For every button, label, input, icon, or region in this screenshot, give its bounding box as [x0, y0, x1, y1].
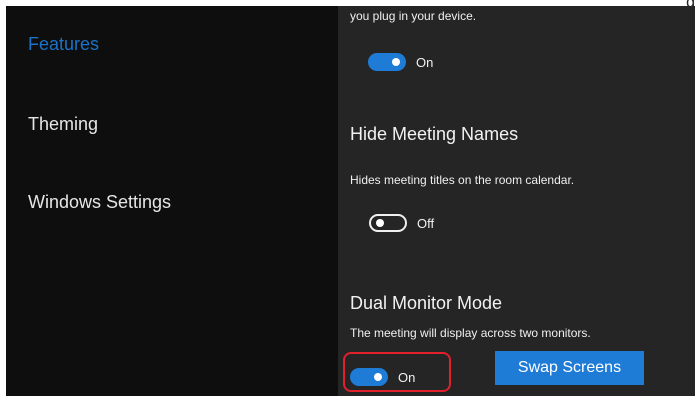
- sidebar-item-features[interactable]: Features: [28, 34, 99, 55]
- toggle-state-label: On: [398, 369, 416, 385]
- toggle-knob: [374, 373, 382, 381]
- toggle-state-label: On: [416, 54, 434, 70]
- toggle-switch-on[interactable]: [368, 53, 406, 71]
- sidebar: Features Theming Windows Settings: [6, 6, 338, 396]
- dual-monitor-mode-title: Dual Monitor Mode: [350, 293, 503, 313]
- hide-meeting-names-description: Hides meeting titles on the room calenda…: [350, 173, 575, 187]
- dual-monitor-mode-description: The meeting will display across two moni…: [350, 326, 591, 340]
- toggle-knob: [392, 58, 400, 66]
- plug-in-toggle[interactable]: On: [368, 53, 433, 71]
- sidebar-item-windows-settings[interactable]: Windows Settings: [28, 192, 171, 213]
- toggle-switch-off[interactable]: [369, 214, 407, 232]
- app-window: g Features Theming Windows Settings you …: [0, 0, 695, 396]
- toggle-knob: [376, 219, 384, 227]
- settings-panel: you plug in your device. On Hide Meeting…: [338, 6, 695, 396]
- hide-meeting-names-toggle[interactable]: Off: [369, 214, 434, 232]
- plug-in-description: you plug in your device.: [350, 9, 477, 23]
- dual-monitor-toggle[interactable]: On: [350, 368, 415, 386]
- sidebar-item-theming[interactable]: Theming: [28, 114, 98, 135]
- swap-screens-button[interactable]: Swap Screens: [495, 351, 644, 385]
- toggle-state-label: Off: [417, 215, 435, 231]
- hide-meeting-names-title: Hide Meeting Names: [350, 124, 519, 144]
- toggle-switch-on[interactable]: [350, 368, 388, 386]
